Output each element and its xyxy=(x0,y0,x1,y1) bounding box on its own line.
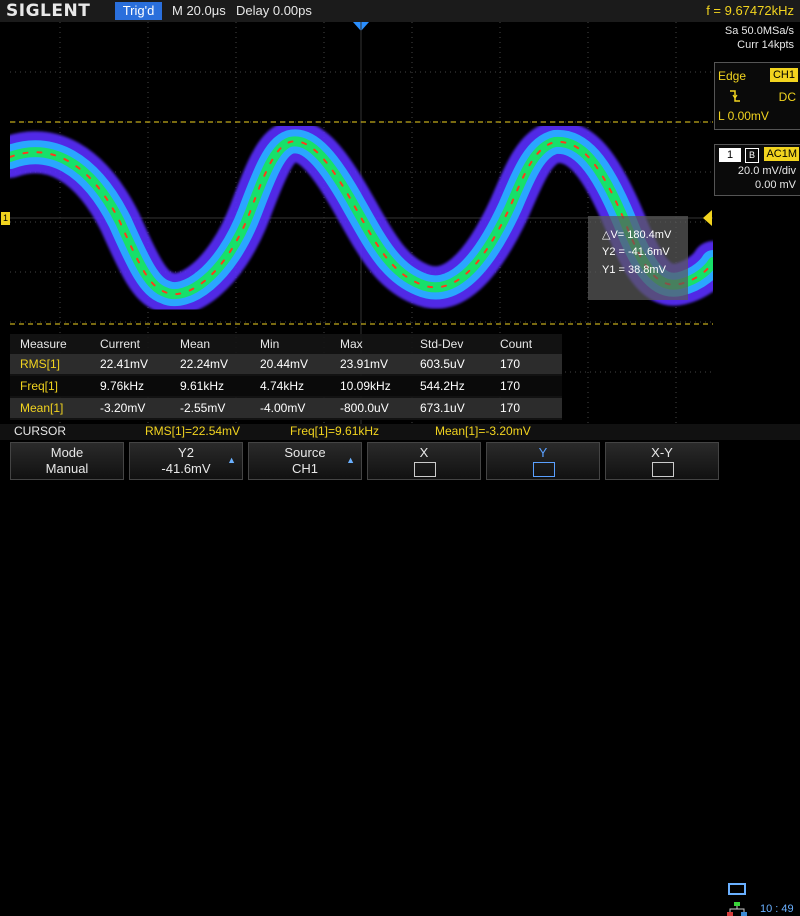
network-icon xyxy=(727,902,747,916)
softkey-label: X xyxy=(419,445,429,460)
softkey-value: Manual xyxy=(45,461,89,476)
table-cell: 170 xyxy=(500,379,521,393)
trigger-level: L 0.00mV xyxy=(718,109,769,123)
table-cell: 23.91mV xyxy=(340,357,389,371)
menu-title: CURSOR xyxy=(14,424,67,438)
falling-edge-icon xyxy=(729,89,741,106)
trigger-level-marker-icon[interactable] xyxy=(703,210,712,226)
xy-cursor-icon xyxy=(652,462,674,477)
status-mean: Mean[1]=-3.20mV xyxy=(435,424,531,438)
trigger-settings-box[interactable]: Edge CH1 DC L 0.00mV xyxy=(714,62,800,130)
table-row: RMS[1] 22.41mV 22.24mV 20.44mV 23.91mV 6… xyxy=(10,354,562,374)
table-cell: -4.00mV xyxy=(260,401,306,415)
bandwidth-limit-icon: B xyxy=(745,148,759,163)
table-row: Mean[1] -3.20mV -2.55mV -4.00mV -800.0uV… xyxy=(10,398,562,418)
softkey-label: Mode xyxy=(50,445,84,460)
measure-name: RMS[1] xyxy=(20,357,61,371)
adjust-knob-icon: ▲ xyxy=(346,455,355,465)
measure-name: Mean[1] xyxy=(20,401,64,415)
status-rms: RMS[1]=22.54mV xyxy=(145,424,241,438)
adjust-knob-icon: ▲ xyxy=(227,455,236,465)
table-cell: 20.44mV xyxy=(260,357,309,371)
y2-softkey[interactable]: Y2 -41.6mV ▲ xyxy=(129,442,243,480)
table-cell: 10.09kHz xyxy=(340,379,391,393)
channel1-ground-marker[interactable]: 1 xyxy=(1,212,10,225)
softkey-label: Y xyxy=(538,445,548,460)
top-status-bar: SIGLENT Trig'd M 20.0μs Delay 0.00ps f =… xyxy=(0,0,800,22)
y-cursor-softkey[interactable]: Y xyxy=(486,442,600,480)
x-cursor-softkey[interactable]: X xyxy=(367,442,481,480)
frequency-readout: f = 9.67472kHz xyxy=(706,3,794,18)
cursor-y1-value: Y1 = 38.8mV xyxy=(602,264,666,276)
channel-number: 1 xyxy=(719,148,741,162)
col-header: Mean xyxy=(180,337,211,351)
trigger-coupling: DC xyxy=(778,90,796,104)
trigger-type: Edge xyxy=(718,69,747,83)
measurement-table: Measure Current Mean Min Max Std-Dev Cou… xyxy=(10,334,562,420)
table-cell: -800.0uV xyxy=(340,401,389,415)
trigger-status-badge: Trig'd xyxy=(115,2,162,20)
cursor-delta-value: △V= 180.4mV xyxy=(602,229,672,241)
table-cell: 170 xyxy=(500,401,521,415)
status-freq: Freq[1]=9.61kHz xyxy=(290,424,380,438)
memory-depth: Curr 14kpts xyxy=(737,39,794,51)
xy-cursor-softkey[interactable]: X-Y xyxy=(605,442,719,480)
cursor-readout-box: △V= 180.4mV Y2 = -41.6mV Y1 = 38.8mV xyxy=(588,216,688,300)
table-cell: 673.1uV xyxy=(420,401,465,415)
softkey-label: Y2 xyxy=(178,445,194,460)
table-cell: 22.41mV xyxy=(100,357,149,371)
vertical-scale: 20.0 mV/div xyxy=(737,165,796,177)
source-softkey[interactable]: Source CH1 ▲ xyxy=(248,442,362,480)
measure-name: Freq[1] xyxy=(20,379,59,393)
clock-readout: 10 : 49 xyxy=(760,903,794,915)
table-cell: 9.76kHz xyxy=(100,379,145,393)
measurement-header-row: Measure Current Mean Min Max Std-Dev Cou… xyxy=(10,334,562,354)
table-cell: 170 xyxy=(500,357,521,371)
acquisition-info: Sa 50.0MSa/s Curr 14kpts xyxy=(725,24,794,52)
table-cell: 603.5uV xyxy=(420,357,465,371)
col-header: Std-Dev xyxy=(420,337,464,351)
x-cursor-icon xyxy=(414,462,436,477)
channel1-settings-box[interactable]: 1 B AC1M 20.0 mV/div 0.00 mV xyxy=(714,144,800,196)
delay-readout: Delay 0.00ps xyxy=(236,3,312,18)
channel-coupling: AC1M xyxy=(764,147,799,161)
table-cell: 9.61kHz xyxy=(180,379,225,393)
trigger-source: CH1 xyxy=(769,68,798,82)
table-row: Freq[1] 9.76kHz 9.61kHz 4.74kHz 10.09kHz… xyxy=(10,376,562,396)
softkey-value: -41.6mV xyxy=(161,461,211,476)
timebase-readout: M 20.0μs xyxy=(172,3,226,18)
table-cell: -2.55mV xyxy=(180,401,226,415)
col-header: Count xyxy=(500,337,533,351)
y-cursor-icon xyxy=(533,462,555,477)
brand-logo: SIGLENT xyxy=(6,1,91,21)
softkey-bar: Mode Manual Y2 -41.6mV ▲ Source CH1 ▲ X … xyxy=(0,440,800,916)
table-cell: 4.74kHz xyxy=(260,379,305,393)
softkey-label: X-Y xyxy=(651,445,673,460)
mode-softkey[interactable]: Mode Manual xyxy=(10,442,124,480)
menu-status-bar: CURSOR RMS[1]=22.54mV Freq[1]=9.61kHz Me… xyxy=(0,424,800,440)
table-cell: 544.2Hz xyxy=(420,379,465,393)
softkey-value: CH1 xyxy=(291,461,318,476)
table-cell: 22.24mV xyxy=(180,357,229,371)
col-header: Max xyxy=(340,337,363,351)
table-cell: -3.20mV xyxy=(100,401,146,415)
col-header: Min xyxy=(260,337,280,351)
col-header: Current xyxy=(100,337,141,351)
col-header: Measure xyxy=(20,337,67,351)
battery-icon xyxy=(728,883,746,895)
softkey-label: Source xyxy=(284,445,326,460)
vertical-offset: 0.00 mV xyxy=(755,179,796,191)
cursor-y2-value: Y2 = -41.6mV xyxy=(602,246,670,258)
sample-rate: Sa 50.0MSa/s xyxy=(724,25,794,37)
